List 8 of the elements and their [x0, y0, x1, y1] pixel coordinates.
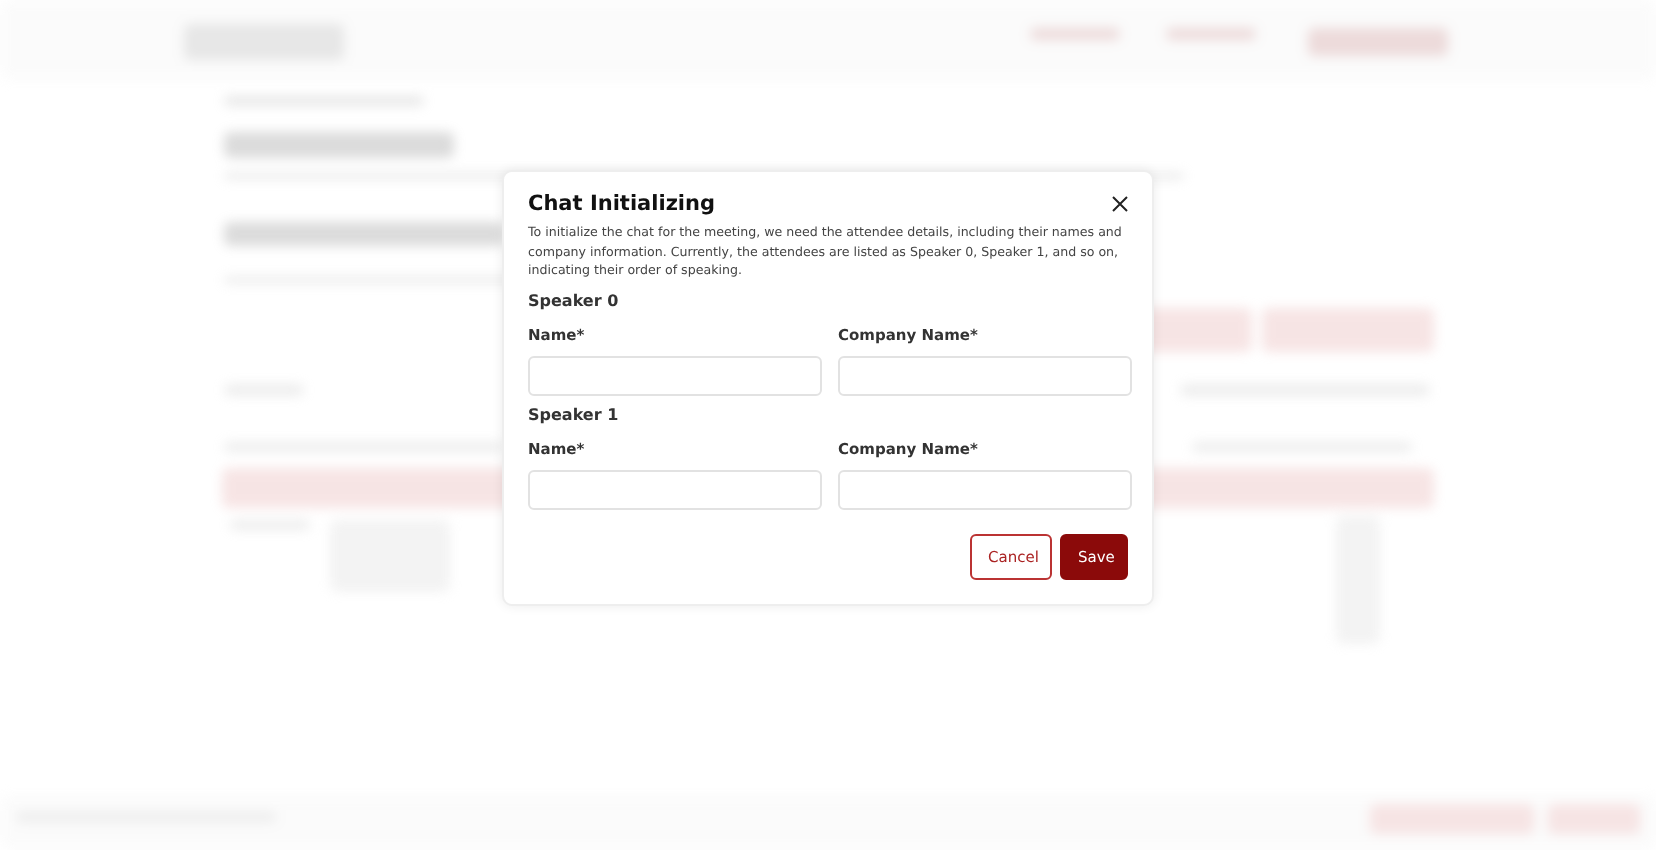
speaker-heading: Speaker 1: [528, 405, 621, 424]
speaker-heading: Speaker 0: [528, 291, 621, 310]
text-input[interactable]: [528, 469, 822, 510]
dialog-title: Chat Initializing: [528, 192, 716, 216]
close-icon[interactable]: [1112, 196, 1128, 212]
text-input[interactable]: [528, 355, 822, 396]
text-input[interactable]: [838, 355, 1132, 396]
text-input[interactable]: [838, 469, 1132, 510]
